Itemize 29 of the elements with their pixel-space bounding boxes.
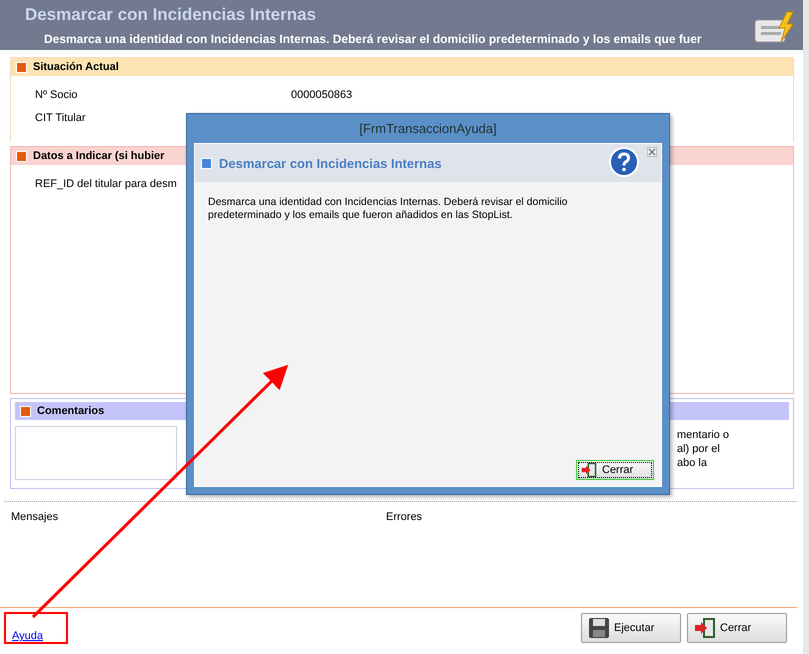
dialog-text: Desmarca una identidad con Incidencias Internas. Deberá revisar el domicilio predeterminado y los emails que fueron añadidos en las StopList. — [207, 195, 569, 222]
bullet-icon — [16, 62, 27, 72]
section-title: Datos a Indicar (si hubier — [33, 150, 164, 162]
comment-field[interactable] — [15, 426, 177, 480]
exit-door-icon — [581, 462, 597, 478]
messages-label: Mensajes — [11, 511, 60, 523]
execute-button[interactable]: Ejecutar — [581, 613, 681, 643]
help-icon — [609, 147, 639, 177]
close-button[interactable]: Cerrar — [576, 460, 654, 480]
close-button[interactable]: Cerrar — [687, 613, 787, 643]
comment-note: mentario o al) por el abo la — [677, 428, 730, 471]
exit-door-icon — [694, 617, 716, 639]
page-title: Desmarcar con Incidencias Internas — [25, 5, 318, 25]
bullet-icon — [20, 406, 31, 416]
bullet-icon — [201, 158, 212, 168]
section-title: Comentarios — [37, 405, 104, 417]
errors-label: Errores — [386, 511, 422, 523]
field-label: Nº Socio — [35, 89, 79, 101]
close-icon[interactable] — [647, 147, 657, 157]
section-title: Situación Actual — [33, 61, 119, 73]
dialog-window-title: [FrmTransaccionAyuda] — [358, 120, 498, 138]
highlight-frame — [4, 612, 68, 644]
field-label: REF_ID del titular para desm — [35, 178, 178, 190]
field-label: CIT Titular — [35, 112, 87, 124]
help-link[interactable]: Ayuda — [12, 630, 43, 642]
field-value: 0000050863 — [291, 89, 352, 101]
bullet-icon — [16, 150, 27, 162]
dialog-heading: Desmarcar con Incidencias Internas — [219, 156, 442, 170]
page-subtitle: Desmarca una identidad con Incidencias Internas. Deberá revisar el domicilio predeterminado y los emails que fuer — [44, 32, 702, 47]
